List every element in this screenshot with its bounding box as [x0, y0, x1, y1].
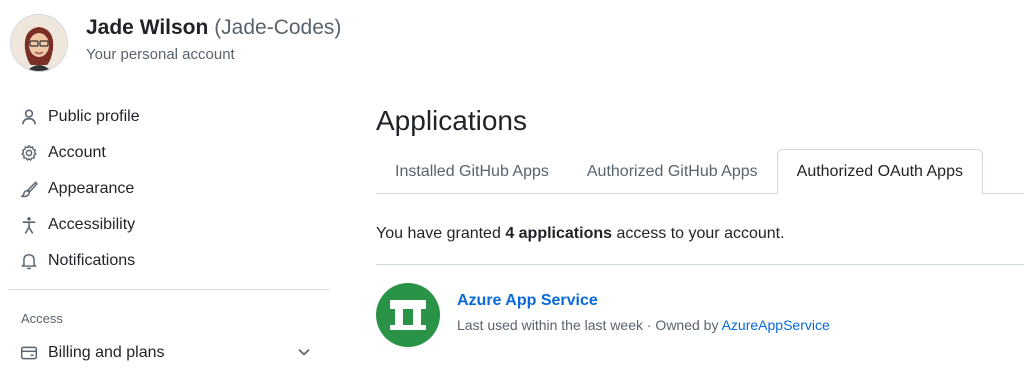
app-owner-link[interactable]: AzureAppService	[722, 317, 830, 333]
tab-authorized-oauth-apps[interactable]: Authorized OAuth Apps	[776, 149, 983, 194]
bell-icon	[20, 252, 38, 270]
user-display-name[interactable]: Jade Wilson	[86, 16, 208, 39]
list-divider	[376, 264, 1024, 265]
sidebar-item-label: Public profile	[48, 108, 140, 125]
account-header: Jade Wilson (Jade-Codes) Your personal a…	[10, 14, 341, 72]
sidebar-item-billing[interactable]: Billing and plans	[0, 335, 332, 371]
settings-sidebar: Public profile Account Appearance Access…	[0, 99, 332, 371]
granted-prefix: You have granted	[376, 225, 501, 242]
granted-suffix: access to your account.	[616, 225, 785, 242]
granted-summary: You have granted 4 applications access t…	[376, 224, 1024, 244]
account-subtitle: Your personal account	[86, 46, 235, 63]
sidebar-item-label: Notifications	[48, 252, 136, 269]
credit-card-icon	[20, 344, 38, 362]
list-item: Azure App Service Last used within the l…	[376, 283, 1024, 347]
applications-tabs: Installed GitHub Apps Authorized GitHub …	[376, 149, 1024, 194]
accessibility-icon	[20, 216, 38, 234]
sidebar-item-label: Accessibility	[48, 216, 136, 233]
gear-icon	[20, 144, 38, 162]
tab-installed-github-apps[interactable]: Installed GitHub Apps	[376, 149, 568, 194]
sidebar-item-label: Appearance	[48, 180, 135, 197]
applications-main: Applications Installed GitHub Apps Autho…	[376, 104, 1024, 347]
sidebar-item-public-profile[interactable]: Public profile	[0, 99, 332, 135]
sidebar-section-access: Access	[21, 311, 63, 326]
app-last-used: Last used within the last week · Owned b…	[457, 316, 719, 333]
sidebar-item-label: Account	[48, 144, 106, 161]
sidebar-item-label: Billing and plans	[48, 344, 165, 361]
chevron-down-icon[interactable]	[296, 344, 312, 360]
app-logo-icon	[376, 283, 440, 347]
app-name-link[interactable]: Azure App Service	[457, 290, 830, 312]
user-name: Jade Wilson (Jade-Codes)	[86, 14, 341, 42]
tab-authorized-github-apps[interactable]: Authorized GitHub Apps	[568, 149, 777, 194]
sidebar-item-appearance[interactable]: Appearance	[0, 171, 332, 207]
app-meta: Last used within the last week · Owned b…	[457, 315, 830, 335]
person-icon	[20, 108, 38, 126]
avatar[interactable]	[10, 14, 68, 72]
page-title: Applications	[376, 105, 527, 136]
sidebar-item-accessibility[interactable]: Accessibility	[0, 207, 332, 243]
user-login: (Jade-Codes)	[214, 16, 342, 39]
sidebar-item-account[interactable]: Account	[0, 135, 332, 171]
sidebar-item-notifications[interactable]: Notifications	[0, 243, 332, 279]
sidebar-divider	[8, 289, 330, 290]
paintbrush-icon	[20, 180, 38, 198]
granted-count: 4 applications	[505, 225, 613, 242]
